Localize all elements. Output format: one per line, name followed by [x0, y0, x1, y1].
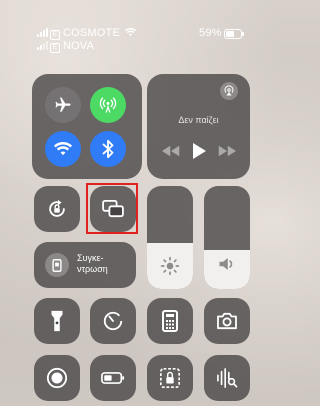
low-power-button[interactable]: [90, 355, 136, 401]
signal-icon: [37, 28, 48, 37]
screen-record-button[interactable]: [34, 355, 80, 401]
battery-icon: [224, 29, 244, 39]
play-icon[interactable]: [193, 143, 206, 159]
signal-secondary-icon: [37, 41, 48, 50]
camera-button[interactable]: [204, 298, 250, 344]
cellular-data-toggle[interactable]: [90, 87, 126, 123]
calculator-icon: [162, 310, 178, 332]
focus-label: Συγκε- ντρωση: [77, 253, 108, 274]
sim-secondary-icon: E: [50, 43, 60, 53]
volume-icon: [218, 256, 236, 272]
guided-access-icon: [159, 367, 181, 389]
fast-forward-icon: [218, 145, 236, 157]
volume-slider[interactable]: [204, 186, 250, 289]
sim-icon: E: [50, 30, 60, 40]
brightness-icon: [160, 256, 180, 276]
carrier-secondary: E NOVA: [37, 40, 94, 53]
rotation-lock-icon: [46, 198, 68, 220]
flashlight-icon: [50, 310, 64, 332]
wifi-status-icon: [125, 28, 137, 37]
highlight-box: [86, 183, 138, 234]
bluetooth-icon: [101, 139, 115, 159]
rewind-icon: [162, 145, 180, 157]
bluetooth-toggle[interactable]: [90, 131, 126, 167]
battery-percent: 59%: [199, 27, 222, 39]
low-power-icon: [101, 372, 125, 384]
guided-access-button[interactable]: [147, 355, 193, 401]
screen-record-icon: [46, 367, 68, 389]
airplay-icon[interactable]: [220, 82, 238, 100]
wifi-icon: [54, 141, 72, 157]
carrier-primary: E COSMOTE: [37, 27, 137, 40]
cellular-icon: [98, 95, 118, 115]
connectivity-module[interactable]: [32, 74, 142, 179]
airplane-icon: [54, 96, 72, 114]
camera-icon: [216, 312, 238, 330]
sound-recognition-button[interactable]: [204, 355, 250, 401]
focus-icon: [45, 253, 69, 277]
calculator-button[interactable]: [147, 298, 193, 344]
rotation-lock-button[interactable]: [34, 186, 80, 232]
airplane-mode-toggle[interactable]: [45, 87, 81, 123]
sound-recognition-icon: [216, 368, 238, 388]
flashlight-button[interactable]: [34, 298, 80, 344]
timer-icon: [102, 310, 124, 332]
wifi-toggle[interactable]: [45, 131, 81, 167]
timer-button[interactable]: [90, 298, 136, 344]
brightness-slider[interactable]: [147, 186, 193, 289]
now-playing-status: Δεν παίζει: [178, 115, 219, 125]
